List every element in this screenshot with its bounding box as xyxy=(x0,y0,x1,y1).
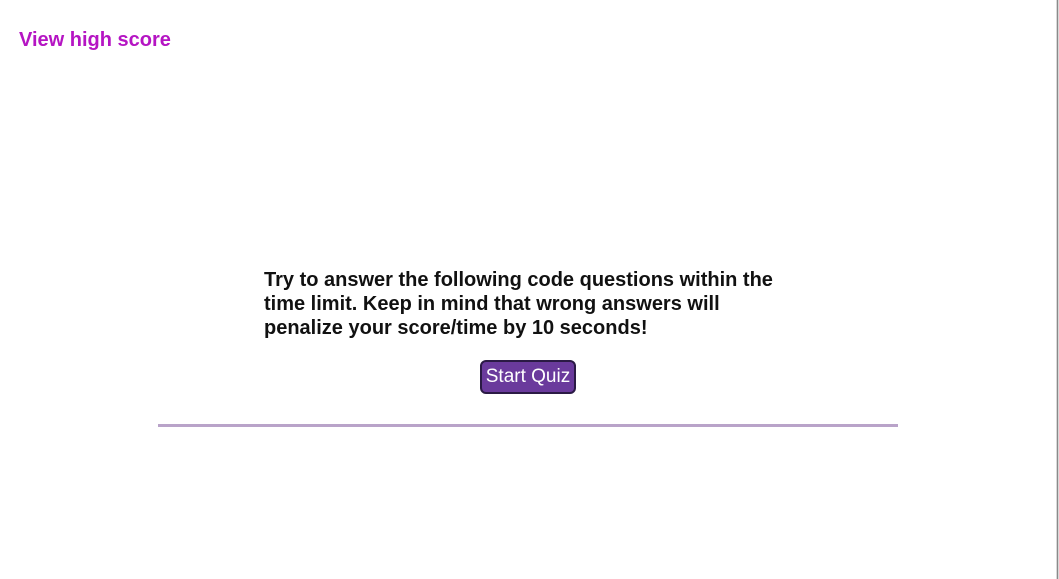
view-high-score-link[interactable]: View high score xyxy=(19,29,171,52)
divider xyxy=(158,424,898,427)
start-quiz-button[interactable]: Start Quiz xyxy=(480,360,576,394)
quiz-instructions: Try to answer the following code questio… xyxy=(264,269,773,339)
